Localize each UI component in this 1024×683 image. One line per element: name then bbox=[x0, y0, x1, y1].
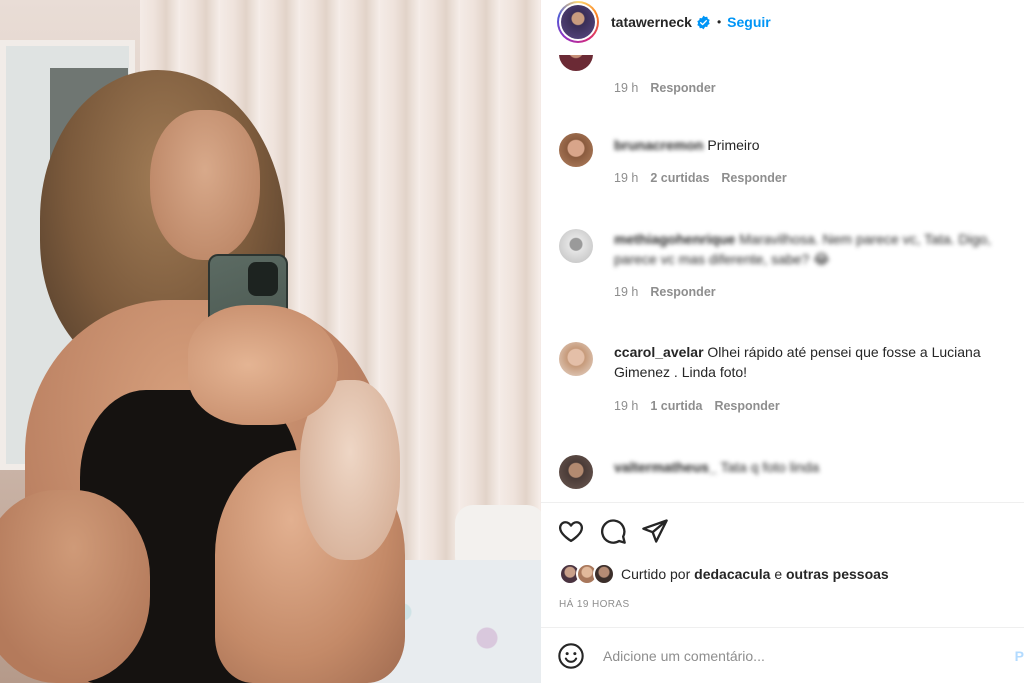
photo-hand bbox=[188, 305, 338, 425]
comment-text: valtermatheus_ Tata q foto linda bbox=[614, 457, 1024, 477]
comment-time: 19 h bbox=[614, 399, 639, 413]
heart-icon[interactable] bbox=[557, 517, 585, 545]
comment-text: ccarol_avelar Olhei rápido até pensei qu… bbox=[614, 342, 1024, 382]
liked-by-user[interactable]: dedacacula bbox=[694, 566, 770, 582]
emoji-icon[interactable] bbox=[557, 642, 585, 670]
liked-by: Curtido por dedacacula e outras pessoas bbox=[559, 563, 889, 585]
commenter-avatar[interactable] bbox=[559, 229, 593, 263]
comment-username[interactable]: brunacremon bbox=[614, 137, 703, 153]
comment-body: Primeiro bbox=[707, 137, 760, 153]
post-side-panel: tatawerneck • Seguir 19 h Responder bruna… bbox=[541, 0, 1024, 683]
commenter-avatar[interactable] bbox=[559, 55, 593, 71]
send-icon[interactable] bbox=[641, 517, 669, 545]
add-comment-bar: Adicione um comentário... P bbox=[541, 627, 1024, 683]
verified-badge-icon bbox=[697, 15, 710, 29]
liked-by-others[interactable]: outras pessoas bbox=[786, 566, 889, 582]
comment-input[interactable]: Adicione um comentário... bbox=[603, 648, 765, 664]
reply-button[interactable]: Responder bbox=[650, 81, 715, 95]
reply-button[interactable]: Responder bbox=[714, 399, 779, 413]
comment-username[interactable]: valtermatheus_ bbox=[614, 459, 717, 475]
post-actions: Curtido por dedacacula e outras pessoas … bbox=[541, 502, 1024, 627]
commenter-avatar[interactable] bbox=[559, 455, 593, 489]
liker-avatars[interactable] bbox=[559, 563, 617, 585]
photo-face bbox=[150, 110, 260, 260]
comment-body: Tata q foto linda bbox=[720, 459, 820, 475]
post-header: tatawerneck • Seguir bbox=[541, 0, 1024, 44]
comment-username[interactable]: methiagohenrique bbox=[614, 231, 735, 247]
reply-button[interactable]: Responder bbox=[650, 285, 715, 299]
header-separator: • bbox=[716, 15, 722, 29]
comment-time: 19 h bbox=[614, 171, 639, 185]
photo-left-leg bbox=[0, 490, 150, 683]
post-timestamp[interactable]: HÁ 19 HORAS bbox=[559, 599, 630, 610]
reply-button[interactable]: Responder bbox=[721, 171, 786, 185]
comment-time: 19 h bbox=[614, 285, 639, 299]
comment-text: brunacremon Primeiro bbox=[614, 135, 1024, 155]
comment-meta: 19 h 2 curtidas Responder bbox=[614, 171, 799, 185]
publish-button[interactable]: P bbox=[1015, 648, 1024, 664]
author-username[interactable]: tatawerneck bbox=[611, 14, 692, 30]
comments-list[interactable]: 19 h Responder brunacremon Primeiro 19 h 2… bbox=[541, 55, 1024, 502]
author-avatar[interactable] bbox=[557, 1, 599, 43]
commenter-avatar[interactable] bbox=[559, 133, 593, 167]
comment-meta: 19 h Responder bbox=[614, 285, 728, 299]
commenter-avatar[interactable] bbox=[559, 342, 593, 376]
comment-text: methiagohenrique Maravilhosa. Nem parece… bbox=[614, 229, 1024, 269]
comment-likes[interactable]: 2 curtidas bbox=[650, 171, 709, 185]
action-icons bbox=[557, 517, 669, 545]
comment-likes[interactable]: 1 curtida bbox=[650, 399, 702, 413]
follow-button[interactable]: Seguir bbox=[727, 14, 771, 30]
comment-username[interactable]: ccarol_avelar bbox=[614, 344, 704, 360]
comment-meta: 19 h 1 curtida Responder bbox=[614, 399, 792, 413]
comment-meta: 19 h Responder bbox=[614, 81, 728, 95]
comment-time: 19 h bbox=[614, 81, 639, 95]
liked-by-text: Curtido por dedacacula e outras pessoas bbox=[621, 566, 889, 582]
post-photo[interactable] bbox=[0, 0, 541, 683]
comment-icon[interactable] bbox=[599, 517, 627, 545]
